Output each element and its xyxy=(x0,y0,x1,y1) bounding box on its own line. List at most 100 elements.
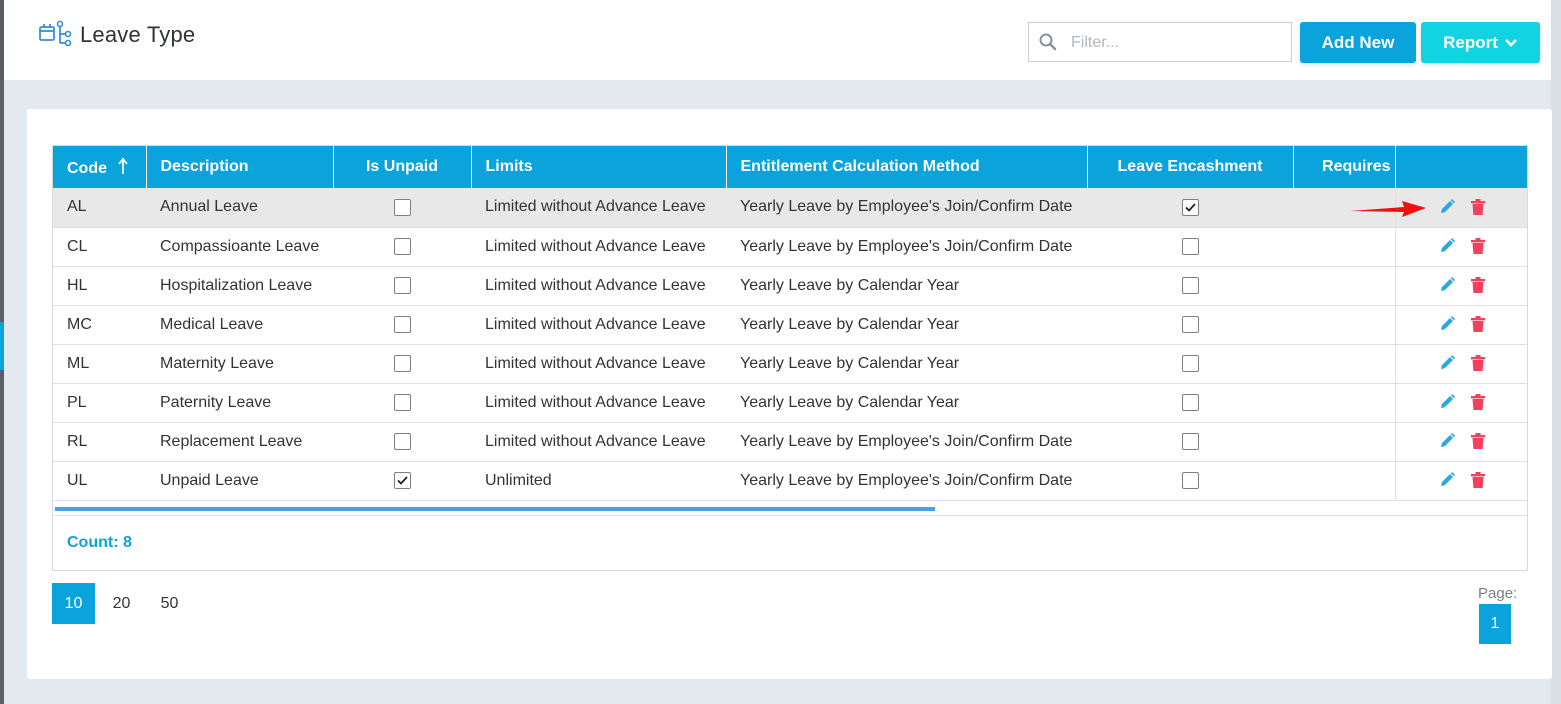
is-unpaid-checkbox[interactable] xyxy=(393,432,411,450)
table-row[interactable]: RL Replacement Leave Limited without Advan… xyxy=(53,422,1527,462)
left-edge xyxy=(0,0,4,704)
table-row[interactable]: AL Annual Leave Limited without Advance Le… xyxy=(53,188,1527,228)
page-size-option[interactable]: 50 xyxy=(148,583,191,624)
cell-is-unpaid xyxy=(333,305,471,345)
table-row[interactable]: HL Hospitalization Leave Limited without A… xyxy=(53,266,1527,306)
cell-code: ML xyxy=(53,344,146,384)
column-header-description[interactable]: Description xyxy=(146,146,334,188)
edit-pencil-icon[interactable] xyxy=(1438,237,1456,255)
column-entitlement-label: Entitlement Calculation Method xyxy=(740,158,980,175)
page-size-option[interactable]: 20 xyxy=(100,583,143,624)
page-number-label: 1 xyxy=(1490,615,1500,632)
delete-trash-icon[interactable] xyxy=(1470,393,1486,411)
record-count: Count: 8 xyxy=(67,534,132,551)
cell-limits: Limited without Advance Leave xyxy=(471,188,726,228)
column-header-encashment[interactable]: Leave Encashment xyxy=(1087,146,1294,188)
edit-pencil-icon[interactable] xyxy=(1438,393,1456,411)
leave-encashment-checkbox[interactable] xyxy=(1181,198,1199,216)
cell-actions xyxy=(1394,383,1527,423)
is-unpaid-checkbox[interactable] xyxy=(393,315,411,333)
leave-type-icon xyxy=(39,20,72,47)
cell-description: Replacement Leave xyxy=(146,422,333,462)
cell-code: RL xyxy=(53,422,146,462)
cell-requires xyxy=(1293,383,1395,423)
delete-trash-icon[interactable] xyxy=(1470,432,1486,450)
chevron-down-icon xyxy=(1504,38,1517,47)
left-edge-accent xyxy=(0,322,4,370)
edit-pencil-icon[interactable] xyxy=(1438,471,1456,489)
cell-actions xyxy=(1394,227,1527,267)
leave-encashment-checkbox[interactable] xyxy=(1181,237,1199,255)
cell-encashment xyxy=(1087,383,1293,423)
cell-limits: Limited without Advance Leave xyxy=(471,422,726,462)
table-row[interactable]: CL Compassioante Leave Limited without Adv… xyxy=(53,227,1527,267)
cell-description: Hospitalization Leave xyxy=(146,266,333,306)
column-header-limits[interactable]: Limits xyxy=(471,146,727,188)
page-header: Leave Type Add New Report xyxy=(4,0,1551,80)
cell-description: Maternity Leave xyxy=(146,344,333,384)
count-footer: Count: 8 xyxy=(53,515,1527,570)
is-unpaid-checkbox[interactable] xyxy=(393,237,411,255)
leave-encashment-checkbox[interactable] xyxy=(1181,315,1199,333)
add-new-label: Add New xyxy=(1321,32,1395,52)
leave-encashment-checkbox[interactable] xyxy=(1181,354,1199,372)
red-arrow-annotation xyxy=(1350,201,1426,217)
cell-code: AL xyxy=(53,188,146,228)
leave-encashment-checkbox[interactable] xyxy=(1181,276,1199,294)
cell-actions xyxy=(1394,305,1527,345)
cell-encashment xyxy=(1087,422,1293,462)
column-requires-label: Requires xyxy=(1322,158,1391,175)
content-card: Code Description Is Unpaid Limits Entitl… xyxy=(27,109,1552,679)
edit-pencil-icon[interactable] xyxy=(1438,354,1456,372)
delete-trash-icon[interactable] xyxy=(1470,276,1486,294)
is-unpaid-checkbox[interactable] xyxy=(393,198,411,216)
edit-pencil-icon[interactable] xyxy=(1438,432,1456,450)
cell-is-unpaid xyxy=(333,344,471,384)
leave-encashment-checkbox[interactable] xyxy=(1181,432,1199,450)
column-header-code[interactable]: Code xyxy=(53,146,147,188)
cell-requires xyxy=(1293,305,1395,345)
cell-entitlement: Yearly Leave by Employee's Join/Confirm … xyxy=(726,227,1087,267)
edit-pencil-icon[interactable] xyxy=(1438,198,1456,216)
column-header-requires[interactable]: Requires xyxy=(1293,146,1396,188)
table-row[interactable]: MC Medical Leave Limited without Advance L… xyxy=(53,305,1527,345)
cell-actions xyxy=(1394,344,1527,384)
title-wrap: Leave Type xyxy=(38,20,195,50)
leave-encashment-checkbox[interactable] xyxy=(1181,471,1199,489)
is-unpaid-checkbox[interactable] xyxy=(393,393,411,411)
column-is-unpaid-label: Is Unpaid xyxy=(365,158,438,175)
cell-limits: Limited without Advance Leave xyxy=(471,344,726,384)
column-header-entitlement[interactable]: Entitlement Calculation Method xyxy=(726,146,1088,188)
horizontal-scrollbar[interactable] xyxy=(55,507,935,511)
table-row[interactable]: ML Maternity Leave Limited without Advance… xyxy=(53,344,1527,384)
cell-entitlement: Yearly Leave by Employee's Join/Confirm … xyxy=(726,188,1087,228)
cell-description: Annual Leave xyxy=(146,188,333,228)
is-unpaid-checkbox[interactable] xyxy=(393,471,411,489)
table-row[interactable]: PL Paternity Leave Limited without Advance… xyxy=(53,383,1527,423)
edit-pencil-icon[interactable] xyxy=(1438,315,1456,333)
window-scrollbar[interactable] xyxy=(1551,0,1561,704)
filter-box[interactable] xyxy=(1028,22,1292,62)
cell-entitlement: Yearly Leave by Calendar Year xyxy=(726,305,1087,345)
report-button[interactable]: Report xyxy=(1421,22,1540,63)
edit-pencil-icon[interactable] xyxy=(1438,276,1456,294)
delete-trash-icon[interactable] xyxy=(1470,315,1486,333)
add-new-button[interactable]: Add New xyxy=(1300,22,1416,63)
page-size-option[interactable]: 10 xyxy=(52,583,95,624)
report-label: Report xyxy=(1443,32,1498,52)
cell-description: Unpaid Leave xyxy=(146,461,333,501)
page-number-button[interactable]: 1 xyxy=(1479,604,1511,644)
table-row[interactable]: UL Unpaid Leave Unlimited Yearly Leave by E… xyxy=(53,461,1527,501)
is-unpaid-checkbox[interactable] xyxy=(393,276,411,294)
is-unpaid-checkbox[interactable] xyxy=(393,354,411,372)
cell-description: Compassioante Leave xyxy=(146,227,333,267)
delete-trash-icon[interactable] xyxy=(1470,354,1486,372)
delete-trash-icon[interactable] xyxy=(1470,237,1486,255)
delete-trash-icon[interactable] xyxy=(1470,198,1486,216)
leave-encashment-checkbox[interactable] xyxy=(1181,393,1199,411)
delete-trash-icon[interactable] xyxy=(1470,471,1486,489)
filter-input[interactable] xyxy=(1069,29,1283,57)
cell-encashment xyxy=(1087,266,1293,306)
table-header-row: Code Description Is Unpaid Limits Entitl… xyxy=(53,146,1527,188)
column-header-is-unpaid[interactable]: Is Unpaid xyxy=(333,146,472,188)
